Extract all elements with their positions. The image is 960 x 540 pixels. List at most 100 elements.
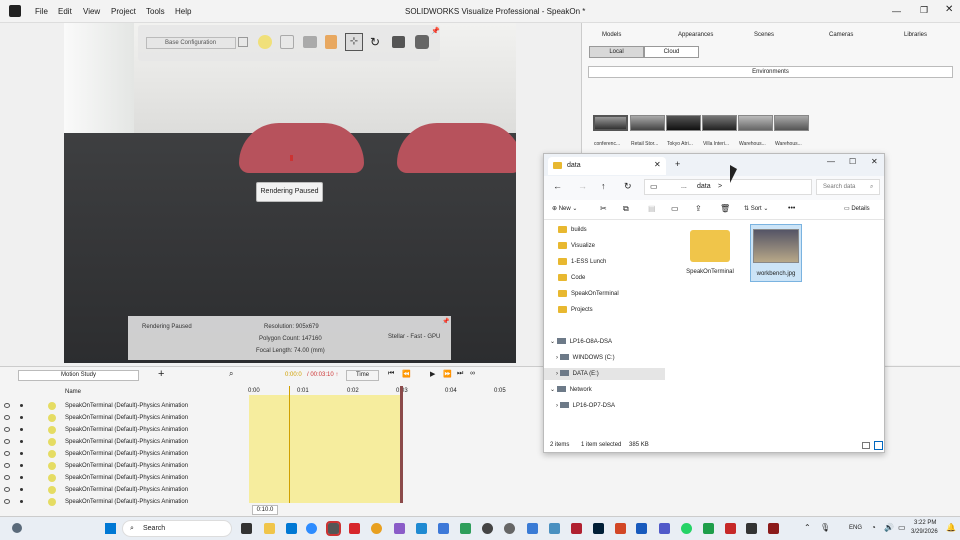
delete-icon[interactable]: 🗑 (720, 204, 730, 213)
visibility-icon[interactable] (4, 499, 10, 504)
zoom-field[interactable]: 0:10.0 (252, 505, 278, 515)
sort-button[interactable]: ⇅ Sort ⌄ (744, 205, 768, 212)
timeline-row[interactable]: SpeakOnTerminal (Default)-Physics Animat… (0, 472, 245, 484)
env-thumbnail[interactable] (593, 115, 628, 131)
vscode-icon[interactable] (416, 523, 427, 534)
app-icon[interactable] (549, 523, 560, 534)
maximize-icon[interactable]: ❐ (920, 5, 928, 16)
new-button[interactable]: ⊕ New ⌄ (552, 205, 577, 212)
search-box[interactable]: Search data ⌕ (816, 179, 880, 195)
env-thumbnail[interactable] (774, 115, 809, 131)
tools-icon[interactable] (415, 35, 429, 49)
time-dropdown[interactable]: Time (346, 370, 379, 381)
minimize-icon[interactable]: — (827, 157, 835, 166)
nav-item-windows-c[interactable]: › WINDOWS (C:) (556, 352, 615, 364)
visibility-icon[interactable] (4, 463, 10, 468)
app-icon[interactable] (504, 523, 515, 534)
wifi-icon[interactable]: ◔ (871, 523, 876, 532)
forward-icon[interactable]: → (578, 181, 587, 191)
clock-time[interactable]: 3:22 PM (914, 520, 936, 526)
menu-edit[interactable]: Edit (58, 7, 72, 16)
scene-icon[interactable] (280, 35, 294, 49)
refresh-icon[interactable]: ↻ (624, 181, 632, 192)
nav-item-lp16-o8a[interactable]: ⌄ LP16-O8A-DSA (550, 336, 612, 348)
new-tab-button[interactable]: + (675, 159, 680, 169)
copy-icon[interactable]: ⧉ (623, 204, 629, 214)
start-icon[interactable] (105, 523, 116, 534)
move-icon[interactable]: ⊹ (345, 33, 363, 51)
animation-track[interactable] (249, 395, 402, 503)
nav-item-lp16-op7[interactable]: › LP16-OP7-DSA (556, 400, 615, 412)
notification-icon[interactable]: 🔔 (946, 523, 956, 532)
cut-icon[interactable]: ✂ (600, 204, 607, 213)
path-data[interactable]: data (697, 180, 711, 194)
volume-icon[interactable]: 🔊 (884, 523, 894, 532)
pin-icon[interactable]: 📌 (431, 27, 440, 35)
nav-item-ess-lunch[interactable]: 1-ESS Lunch (558, 256, 606, 268)
app-icon[interactable] (438, 523, 449, 534)
app-logo-icon[interactable] (9, 5, 21, 17)
powerpoint-icon[interactable] (615, 523, 626, 534)
file-item-folder[interactable]: SpeakOnTerminal (682, 226, 738, 286)
nav-item-speakonterminal[interactable]: SpeakOnTerminal (558, 288, 619, 300)
local-toggle[interactable]: Local (589, 46, 644, 58)
tray-chevron-icon[interactable]: ⌃ (804, 523, 811, 532)
visibility-icon[interactable] (4, 439, 10, 444)
app-icon[interactable] (527, 523, 538, 534)
outlook-icon[interactable] (286, 523, 297, 534)
env-thumbnail[interactable] (666, 115, 701, 131)
menu-help[interactable]: Help (175, 7, 191, 16)
timeline-row[interactable]: SpeakOnTerminal (Default)-Physics Animat… (0, 400, 245, 412)
widgets-icon[interactable] (12, 523, 22, 533)
step-back-icon[interactable]: ⏪ (402, 370, 411, 378)
timeline-row[interactable]: SpeakOnTerminal (Default)-Physics Animat… (0, 484, 245, 496)
nav-item-code[interactable]: Code (558, 272, 585, 284)
visibility-icon[interactable] (4, 415, 10, 420)
app-icon[interactable] (703, 523, 714, 534)
timeline-row[interactable]: SpeakOnTerminal (Default)-Physics Animat… (0, 448, 245, 460)
env-thumbnail[interactable] (738, 115, 773, 131)
mic-icon[interactable]: 🎙 (820, 523, 830, 532)
timeline-row[interactable]: SpeakOnTerminal (Default)-Physics Animat… (0, 424, 245, 436)
skip-start-icon[interactable]: ⏮ (388, 370, 394, 378)
config-dropdown[interactable]: Base Configuration (146, 37, 236, 49)
clock-date[interactable]: 3/29/2026 (911, 529, 938, 535)
battery-icon[interactable]: ▭ (898, 523, 906, 532)
task-view-icon[interactable] (241, 523, 252, 534)
skip-end-icon[interactable]: ⏭ (457, 370, 463, 378)
language-indicator[interactable]: ENG (849, 525, 862, 531)
minimize-icon[interactable]: — (892, 6, 901, 16)
more-button[interactable]: ••• (788, 205, 795, 212)
app-icon[interactable] (571, 523, 582, 534)
menu-project[interactable]: Project (111, 7, 136, 16)
nav-item-data-e[interactable]: › DATA (E:) (544, 368, 665, 380)
play-icon[interactable]: ▶ (430, 370, 435, 378)
tab-close-icon[interactable]: ✕ (654, 160, 661, 169)
timeline-row[interactable]: SpeakOnTerminal (Default)-Physics Animat… (0, 436, 245, 448)
up-icon[interactable]: ↑ (601, 181, 606, 191)
visualize-taskbar-icon[interactable] (326, 521, 341, 536)
app-icon[interactable] (460, 523, 471, 534)
visibility-icon[interactable] (4, 403, 10, 408)
acrobat-icon[interactable] (349, 523, 360, 534)
light-icon[interactable] (258, 35, 272, 49)
app-icon[interactable] (746, 523, 757, 534)
env-thumbnail[interactable] (630, 115, 665, 131)
environments-dropdown[interactable]: Environments (588, 66, 953, 78)
visual-studio-icon[interactable] (394, 523, 405, 534)
rename-icon[interactable]: ▭ (671, 204, 679, 213)
timeline-row[interactable]: SpeakOnTerminal (Default)-Physics Animat… (0, 460, 245, 472)
path-overflow[interactable]: ... (681, 180, 687, 194)
nav-item-projects[interactable]: Projects (558, 304, 593, 316)
cloud-toggle[interactable]: Cloud (644, 46, 699, 58)
tab-cameras[interactable]: Cameras (829, 32, 853, 38)
render-mode-icon[interactable] (303, 36, 317, 48)
visibility-icon[interactable] (4, 427, 10, 432)
list-icon[interactable] (238, 37, 248, 47)
menu-view[interactable]: View (83, 7, 100, 16)
tab-models[interactable]: Models (602, 32, 621, 38)
close-icon[interactable]: ✕ (871, 157, 878, 166)
menu-tools[interactable]: Tools (146, 7, 165, 16)
tab-libraries[interactable]: Libraries (904, 32, 927, 38)
tile-view-icon[interactable] (874, 441, 883, 450)
